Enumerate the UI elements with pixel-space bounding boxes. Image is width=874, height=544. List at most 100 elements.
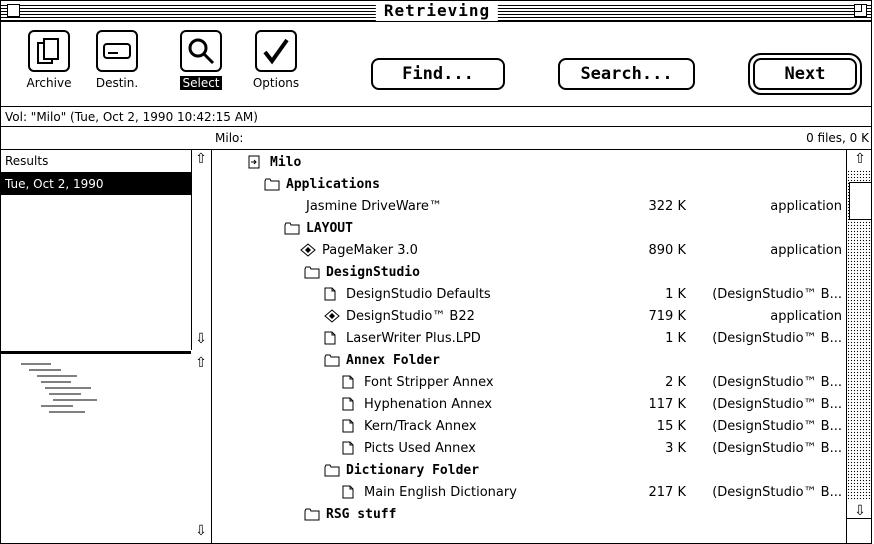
- results-list: Results Tue, Oct 2, 1990: [1, 150, 192, 350]
- item-name: Milo: [270, 155, 302, 170]
- scroll-down-arrow-icon[interactable]: ⇩: [191, 330, 211, 348]
- archive-icon: [28, 30, 70, 72]
- item-size: 2 K: [665, 375, 686, 390]
- folder-row[interactable]: DesignStudio: [212, 262, 846, 284]
- results-panel: Results Tue, Oct 2, 1990 ⇧ ⇩ ⇧ ⇩: [1, 150, 212, 543]
- panel-divider[interactable]: [1, 351, 191, 354]
- window-title: Retrieving: [375, 1, 499, 21]
- item-kind: (DesignStudio™ B...: [712, 441, 842, 456]
- item-name: Hyphenation Annex: [364, 397, 493, 412]
- item-kind: application: [770, 199, 842, 214]
- find-button[interactable]: Find...: [371, 58, 505, 90]
- item-kind: (DesignStudio™ B...: [712, 331, 842, 346]
- item-size: 1 K: [665, 331, 686, 346]
- scroll-thumb[interactable]: [849, 182, 871, 220]
- folder-row[interactable]: Annex Folder: [212, 350, 846, 372]
- item-name: Jasmine DriveWare™: [306, 199, 442, 214]
- file-row[interactable]: Main English Dictionary 217 K (DesignStudi…: [212, 482, 846, 504]
- file-row[interactable]: LaserWriter Plus.LPD 1 K (DesignStudio™ B.…: [212, 328, 846, 350]
- document-icon: [324, 331, 338, 345]
- file-row[interactable]: Kern/Track Annex 15 K (DesignStudio™ B...: [212, 416, 846, 438]
- folder-row[interactable]: LAYOUT: [212, 218, 846, 240]
- item-name: Dictionary Folder: [346, 463, 480, 478]
- archive-tool[interactable]: Archive: [19, 30, 79, 91]
- size-box-icon[interactable]: [847, 518, 871, 543]
- magnifier-icon: [180, 30, 222, 72]
- item-name: DesignStudio Defaults: [346, 287, 491, 302]
- folder-icon: [284, 221, 300, 235]
- document-icon: [342, 485, 356, 499]
- file-row[interactable]: PageMaker 3.0 890 K application: [212, 240, 846, 262]
- scroll-track[interactable]: [847, 170, 871, 500]
- tree-overview: [1, 356, 191, 436]
- options-tool[interactable]: Options: [246, 30, 306, 91]
- results-scroll-down[interactable]: ⇩: [191, 330, 211, 348]
- zoom-box-icon[interactable]: [854, 4, 867, 17]
- item-size: 1 K: [665, 287, 686, 302]
- item-name: Kern/Track Annex: [364, 419, 477, 434]
- scroll-up-arrow-icon[interactable]: ⇧: [191, 354, 211, 372]
- item-kind: application: [770, 309, 842, 324]
- folder-icon: [324, 463, 340, 477]
- result-item[interactable]: Tue, Oct 2, 1990: [1, 173, 191, 195]
- document-icon: [342, 419, 356, 433]
- item-size: 890 K: [648, 243, 686, 258]
- item-name: LAYOUT: [306, 221, 353, 236]
- file-row[interactable]: Hyphenation Annex 117 K (DesignStudio™ B..…: [212, 394, 846, 416]
- item-name: DesignStudio: [326, 265, 420, 280]
- toolbar: Archive Destin. Select Options Find... S…: [1, 22, 871, 107]
- results-scrollbar[interactable]: ⇧: [191, 150, 211, 168]
- scroll-up-arrow-icon[interactable]: ⇧: [847, 150, 871, 168]
- item-name: Main English Dictionary: [364, 485, 517, 500]
- checkmark-icon: [255, 30, 297, 72]
- item-name: LaserWriter Plus.LPD: [346, 331, 481, 346]
- item-size: 3 K: [665, 441, 686, 456]
- item-size: 217 K: [648, 485, 686, 500]
- item-kind: (DesignStudio™ B...: [712, 375, 842, 390]
- folder-icon: [304, 265, 320, 279]
- document-icon: [342, 441, 356, 455]
- destination-label: Destin.: [95, 76, 139, 90]
- tree-scroll-down[interactable]: ⇩: [191, 522, 211, 540]
- file-row[interactable]: Picts Used Annex 3 K (DesignStudio™ B...: [212, 438, 846, 460]
- item-name: Font Stripper Annex: [364, 375, 494, 390]
- item-kind: (DesignStudio™ B...: [712, 419, 842, 434]
- scroll-up-arrow-icon[interactable]: ⇧: [191, 150, 211, 168]
- retrieving-window: Retrieving Archive Destin. Select Option…: [0, 0, 872, 544]
- file-count: 0 files, 0 K: [806, 131, 869, 145]
- tree-scroll-up[interactable]: ⇧: [191, 354, 211, 372]
- folder-row[interactable]: Applications: [212, 174, 846, 196]
- app-icon: [324, 309, 340, 323]
- item-name: DesignStudio™ B22: [346, 309, 475, 324]
- folder-row[interactable]: Dictionary Folder: [212, 460, 846, 482]
- file-row[interactable]: Jasmine DriveWare™ 322 K application: [212, 196, 846, 218]
- file-row[interactable]: Font Stripper Annex 2 K (DesignStudio™ B..…: [212, 372, 846, 394]
- file-row[interactable]: DesignStudio Defaults 1 K (DesignStudio™ B…: [212, 284, 846, 306]
- file-list: Milo Applications Jasmine DriveWare™ 322 K a…: [212, 150, 846, 543]
- file-row[interactable]: Milo: [212, 152, 846, 174]
- item-kind: application: [770, 243, 842, 258]
- archive-label: Archive: [26, 76, 72, 90]
- item-name: RSG stuff: [326, 507, 397, 522]
- file-list-scrollbar[interactable]: ⇧ ⇩: [846, 150, 871, 543]
- item-kind: (DesignStudio™ B...: [712, 485, 842, 500]
- file-row[interactable]: DesignStudio™ B22 719 K application: [212, 306, 846, 328]
- select-tool[interactable]: Select: [171, 30, 231, 91]
- destination-tool[interactable]: Destin.: [87, 30, 147, 91]
- document-icon: [324, 287, 338, 301]
- path-bar: Milo: 0 files, 0 K: [1, 128, 871, 150]
- search-button[interactable]: Search...: [558, 58, 695, 90]
- folder-icon: [264, 177, 280, 191]
- close-box-icon[interactable]: [7, 4, 20, 17]
- folder-row[interactable]: RSG stuff: [212, 504, 846, 526]
- item-name: Applications: [286, 177, 380, 192]
- item-size: 322 K: [648, 199, 686, 214]
- title-bar[interactable]: Retrieving: [1, 1, 871, 22]
- document-icon: [342, 375, 356, 389]
- folder-icon: [324, 353, 340, 367]
- next-button[interactable]: Next: [748, 53, 862, 95]
- path-name: Milo:: [215, 131, 244, 145]
- select-label: Select: [180, 76, 222, 90]
- scroll-down-arrow-icon[interactable]: ⇩: [191, 522, 211, 540]
- item-kind: (DesignStudio™ B...: [712, 397, 842, 412]
